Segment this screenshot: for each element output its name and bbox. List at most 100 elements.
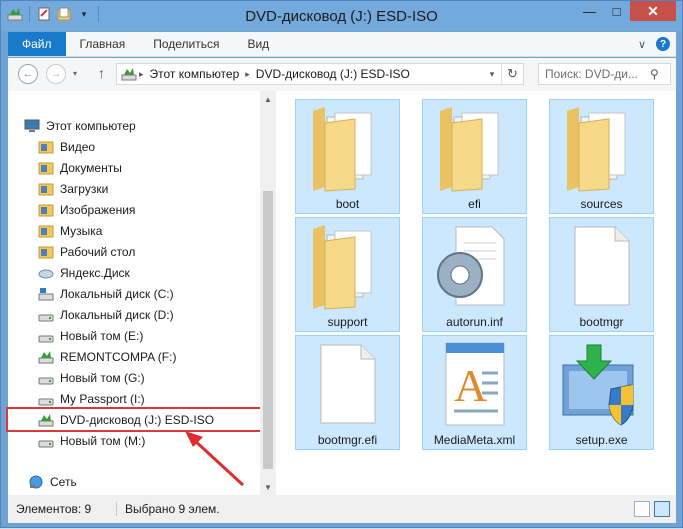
folder-icon <box>439 107 498 192</box>
file-name: bootmgr.efi <box>317 433 378 447</box>
ribbon-tabs: Файл Главная Поделиться Вид ∨ ? <box>8 32 676 57</box>
dvd-drive-icon <box>121 68 137 81</box>
status-bar: Элементов: 9 Выбрано 9 элем. <box>8 495 676 523</box>
file-name: setup.exe <box>575 433 628 447</box>
sidebar-item[interactable]: Загрузки <box>8 178 260 199</box>
settings-file-icon <box>436 226 504 306</box>
system-drive-icon <box>38 287 54 300</box>
file-tile[interactable]: sources <box>549 99 654 214</box>
sidebar-item-label: My Passport (I:) <box>60 391 145 406</box>
breadcrumb-arrow-icon[interactable]: ▸ <box>243 69 252 80</box>
navigation-pane-scrollbar[interactable]: ▲ ▼ <box>260 91 276 495</box>
document-file-icon: A <box>445 342 504 426</box>
close-button[interactable]: ✕ <box>630 1 676 21</box>
downloads-folder-icon <box>38 183 54 195</box>
file-tile[interactable]: support <box>295 217 400 332</box>
sidebar-item[interactable]: Документы <box>8 157 260 178</box>
svg-text:A: A <box>454 360 487 411</box>
desktop-folder-icon <box>38 246 54 258</box>
sidebar-item[interactable]: REMONTCOMPA (F:) <box>8 346 260 367</box>
breadcrumb-arrow-icon[interactable]: ▸ <box>137 69 146 80</box>
sidebar-item[interactable]: Локальный диск (C:) <box>8 283 260 304</box>
status-separator <box>116 502 117 516</box>
up-button[interactable]: ↑ <box>98 65 105 81</box>
tab-share[interactable]: Поделиться <box>139 32 233 56</box>
explorer-window: ▾ DVD-дисковод (J:) ESD-ISO — □ ✕ Файл Г… <box>0 0 683 528</box>
sidebar-item[interactable]: Рабочий стол <box>8 241 260 262</box>
file-tile[interactable]: efi <box>422 99 527 214</box>
file-tile[interactable]: bootmgr.efi <box>295 335 400 450</box>
items-count: Элементов: 9 <box>16 502 92 516</box>
sidebar-item-label: DVD-дисковод (J:) ESD-ISO <box>60 412 215 427</box>
back-button[interactable]: ← <box>18 64 38 84</box>
file-tile[interactable]: A MediaMeta.xml <box>422 335 527 450</box>
navigation-pane: Этот компьютер Видео Документы Загрузки Изоб… <box>6 91 276 495</box>
sidebar-item[interactable]: Сеть <box>8 471 260 492</box>
file-tile[interactable]: boot <box>295 99 400 214</box>
sidebar-item-label: Локальный диск (C:) <box>60 286 174 301</box>
sidebar-item[interactable]: Новый том (E:) <box>8 325 260 346</box>
documents-folder-icon <box>38 162 54 174</box>
file-name: efi <box>468 197 481 211</box>
sidebar-item-label: REMONTCOMPA (F:) <box>60 349 177 364</box>
sidebar-item-label: Яндекс.Диск <box>60 265 130 280</box>
address-bar[interactable]: ▸ Этот компьютер ▸ DVD-дисковод (J:) ESD… <box>116 63 524 85</box>
file-name: sources <box>580 197 623 211</box>
large-icons-view-icon[interactable] <box>654 501 670 517</box>
sidebar-item[interactable]: Изображения <box>8 199 260 220</box>
drive-icon <box>38 440 54 447</box>
music-folder-icon <box>38 225 54 237</box>
sidebar-item[interactable]: DVD-дисковод (J:) ESD-ISO <box>6 407 262 432</box>
title-bar: ▾ DVD-дисковод (J:) ESD-ISO — □ ✕ <box>1 1 682 31</box>
search-box[interactable]: ⚲ <box>538 63 671 85</box>
folder-icon <box>312 225 371 310</box>
recent-locations-icon[interactable]: ▾ <box>73 69 77 78</box>
sidebar-item[interactable]: Музыка <box>8 220 260 241</box>
help-icon[interactable]: ? <box>656 37 670 51</box>
sidebar-item-label: Изображения <box>60 202 136 217</box>
file-tile[interactable]: autorun.inf <box>422 217 527 332</box>
sidebar-item-label: Этот компьютер <box>46 118 136 133</box>
minimize-button[interactable]: — <box>576 1 603 21</box>
sidebar-item[interactable]: Новый том (G:) <box>8 367 260 388</box>
refresh-button[interactable]: ↻ <box>501 64 523 84</box>
tab-view[interactable]: Вид <box>233 32 283 56</box>
sidebar-item[interactable]: Локальный диск (D:) <box>8 304 260 325</box>
file-tile[interactable]: bootmgr <box>549 217 654 332</box>
scroll-down-icon[interactable]: ▼ <box>260 479 276 495</box>
sidebar-item-label: Локальный диск (D:) <box>60 307 174 322</box>
sidebar-item[interactable]: Этот компьютер <box>8 115 260 136</box>
tab-home[interactable]: Главная <box>66 32 140 56</box>
tab-file[interactable]: Файл <box>8 32 66 56</box>
sidebar-item-label: Новый том (M:) <box>60 433 146 448</box>
maximize-button[interactable]: □ <box>603 1 630 21</box>
sidebar-item[interactable]: Новый том (M:) <box>8 430 260 451</box>
view-switcher <box>634 501 676 517</box>
search-input[interactable] <box>545 67 650 81</box>
breadcrumb-dvd-drive[interactable]: DVD-дисковод (J:) ESD-ISO <box>252 67 414 81</box>
scrollbar-thumb[interactable] <box>263 191 273 469</box>
content-area: Этот компьютер Видео Документы Загрузки Изоб… <box>6 91 676 495</box>
drive-icon <box>38 314 54 321</box>
search-icon[interactable]: ⚲ <box>650 67 659 81</box>
cloud-drive-icon <box>38 269 54 278</box>
network-icon <box>29 475 43 488</box>
installer-icon <box>562 344 634 426</box>
drive-icon <box>38 377 54 384</box>
details-view-icon[interactable] <box>634 501 650 517</box>
address-dropdown-icon[interactable]: ▾ <box>483 69 501 80</box>
sidebar-item[interactable]: Яндекс.Диск <box>8 262 260 283</box>
forward-button[interactable]: → <box>46 64 66 84</box>
file-tile[interactable]: setup.exe <box>549 335 654 450</box>
navigation-bar: ← → ▾ ↑ ▸ Этот компьютер ▸ DVD-дисковод … <box>8 58 676 91</box>
sidebar-item-label: Документы <box>60 160 122 175</box>
file-icon <box>320 344 375 424</box>
drive-icon <box>38 335 54 342</box>
sidebar-item-label: Музыка <box>60 223 103 238</box>
expand-ribbon-icon[interactable]: ∨ <box>638 38 646 51</box>
sidebar-item[interactable]: Видео <box>8 136 260 157</box>
breadcrumb-this-pc[interactable]: Этот компьютер <box>146 67 244 81</box>
file-name: bootmgr <box>579 315 624 329</box>
scroll-up-icon[interactable]: ▲ <box>260 91 276 107</box>
sidebar-item[interactable]: My Passport (I:) <box>8 388 260 409</box>
